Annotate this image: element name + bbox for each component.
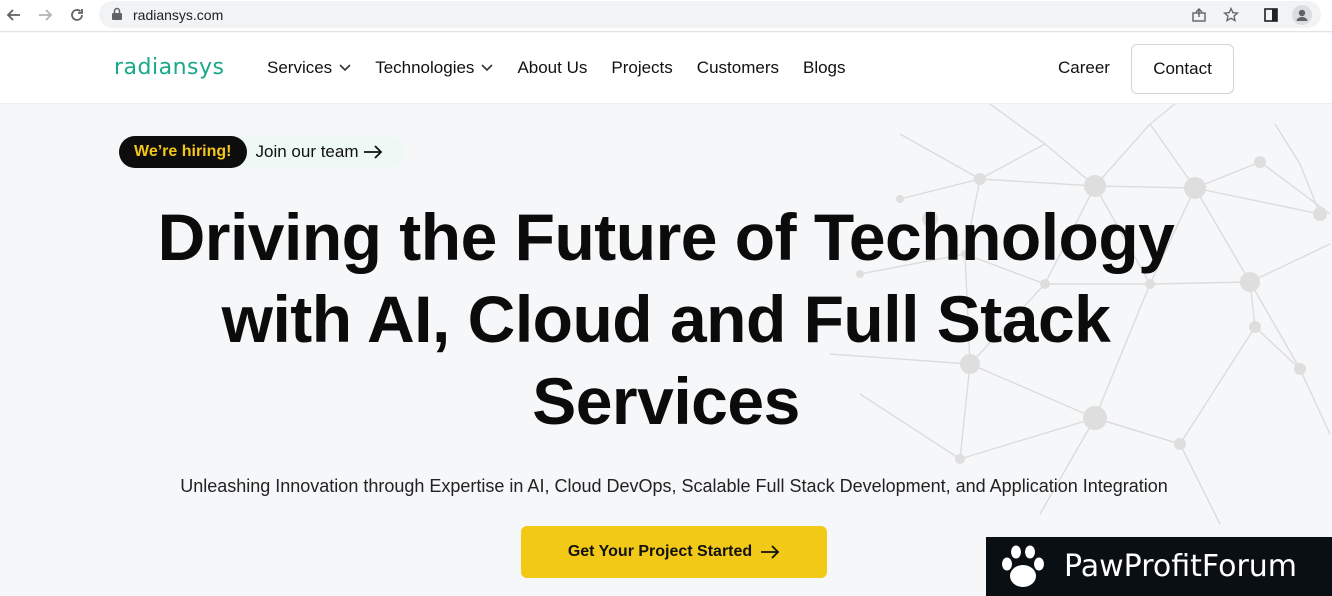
arrow-right-icon [761, 545, 780, 559]
browser-toolbar: radiansys.com [0, 0, 1332, 32]
career-link[interactable]: Career [1058, 58, 1110, 78]
nav-about-us-label: About Us [517, 58, 588, 77]
nav-about-us[interactable]: About Us [517, 58, 587, 78]
nav-customers-label: Customers [696, 58, 779, 77]
headline-line-1: Driving the Future of Technology [157, 200, 1175, 274]
nav-technologies-label: Technologies [375, 58, 475, 77]
watermark-text: PawProfitForum [1064, 549, 1298, 584]
nav-blogs[interactable]: Blogs [803, 58, 846, 78]
site-header: radiansys Services Technologies About Us… [0, 33, 1332, 104]
hiring-banner[interactable]: We’re hiring! Join our team [119, 136, 405, 168]
address-bar[interactable]: radiansys.com [99, 1, 1321, 28]
nav-blogs-label: Blogs [802, 58, 846, 77]
lock-icon [111, 7, 123, 26]
headline-line-2: with AI, Cloud and Full Stack [221, 282, 1111, 356]
watermark-banner: PawProfitForum [986, 537, 1332, 596]
nav-projects-label: Projects [611, 58, 673, 77]
reload-icon[interactable] [66, 4, 88, 26]
chevron-down-icon [481, 64, 494, 72]
hero-section: We’re hiring! Join our team Driving the … [0, 104, 1332, 596]
star-icon[interactable] [1221, 5, 1241, 25]
forward-icon[interactable] [34, 4, 56, 26]
nav-services-label: Services [267, 58, 333, 77]
nav-services[interactable]: Services [267, 58, 351, 78]
cta-label: Get Your Project Started [567, 543, 753, 560]
get-project-started-button[interactable]: Get Your Project Started [521, 526, 827, 578]
sidebar-icon[interactable] [1261, 5, 1281, 25]
back-icon[interactable] [3, 4, 25, 26]
headline-line-3: Services [532, 364, 800, 438]
hero-headline: Driving the Future of Technology with AI… [0, 196, 1332, 442]
hiring-badge: We’re hiring! [119, 136, 247, 168]
site-logo[interactable]: radiansys [114, 55, 224, 80]
arrow-right-icon [363, 145, 382, 159]
url-text: radiansys.com [133, 7, 224, 23]
join-team-link[interactable]: Join our team [256, 142, 383, 162]
join-team-label: Join our team [255, 142, 359, 161]
nav-technologies[interactable]: Technologies [375, 58, 494, 78]
contact-button[interactable]: Contact [1131, 44, 1234, 94]
nav-customers[interactable]: Customers [697, 58, 779, 78]
paw-icon [1002, 545, 1044, 587]
hero-subtitle: Unleashing Innovation through Expertise … [180, 476, 1168, 496]
nav-projects[interactable]: Projects [611, 58, 672, 78]
profile-icon[interactable] [1292, 5, 1312, 25]
chevron-down-icon [339, 64, 351, 72]
share-icon[interactable] [1189, 5, 1209, 25]
main-nav: Services Technologies About Us Projects … [267, 58, 870, 78]
